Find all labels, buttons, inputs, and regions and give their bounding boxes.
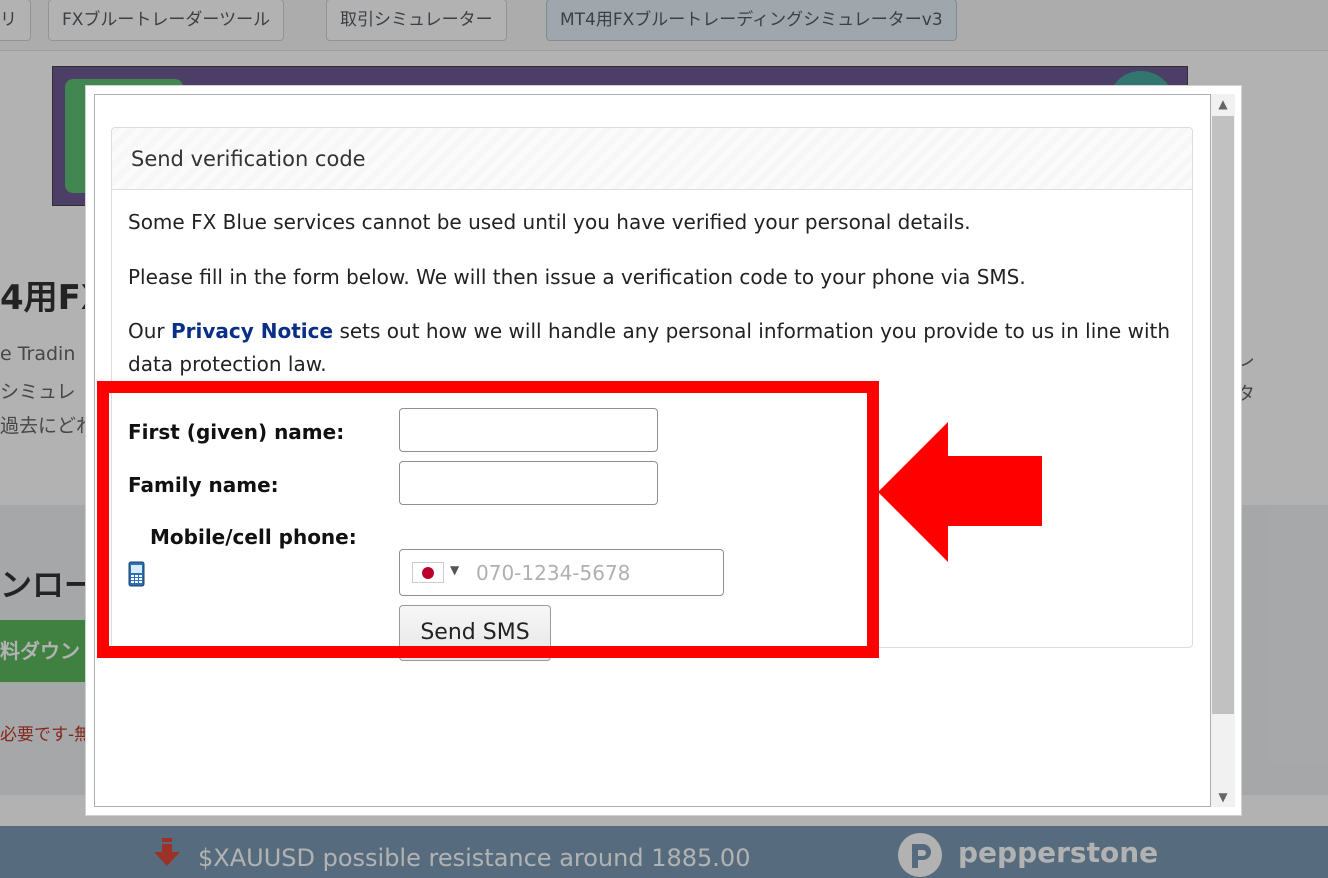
privacy-paragraph: Our Privacy Notice sets out how we will …: [128, 315, 1170, 348]
annotation-highlight-box: [97, 381, 879, 658]
scrollbar-thumb[interactable]: [1212, 116, 1234, 714]
privacy-paragraph-line2: data protection law.: [128, 352, 327, 376]
modal-scrollbar[interactable]: ▲ ▼: [1211, 94, 1235, 807]
privacy-suffix: sets out how we will handle any personal…: [333, 319, 1171, 343]
info-paragraph-2: Please fill in the form below. We will t…: [128, 265, 1026, 289]
scroll-up-icon[interactable]: ▲: [1211, 94, 1235, 114]
privacy-prefix: Our: [128, 319, 171, 343]
privacy-notice-link[interactable]: Privacy Notice: [171, 319, 333, 343]
scroll-down-icon[interactable]: ▼: [1211, 787, 1235, 807]
info-paragraph-1: Some FX Blue services cannot be used unt…: [128, 210, 971, 234]
panel-title: Send verification code: [112, 128, 1192, 190]
annotation-arrow-icon: [878, 422, 1042, 562]
